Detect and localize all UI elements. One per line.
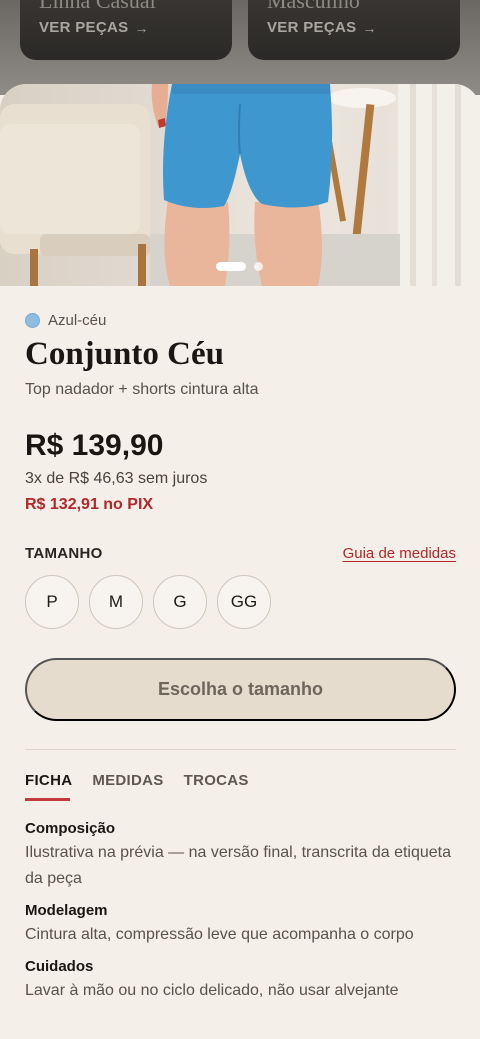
spec-title: Modelagem bbox=[25, 902, 108, 919]
divider bbox=[25, 749, 456, 750]
product-price: R$ 139,90 bbox=[25, 429, 164, 462]
carousel-dot-active[interactable] bbox=[216, 262, 246, 271]
spec-title: Composição bbox=[25, 820, 116, 837]
size-option-gg[interactable]: GG bbox=[217, 575, 271, 629]
spec-item-composicao: Composição Ilustrativa na prévia — na ve… bbox=[25, 820, 456, 892]
carousel-indicator bbox=[216, 262, 263, 271]
product-subtitle: Top nadador + shorts cintura alta bbox=[25, 381, 259, 398]
size-option-m[interactable]: M bbox=[89, 575, 143, 629]
info-tabs: FICHA MEDIDAS TROCAS bbox=[25, 772, 269, 801]
carousel-dot[interactable] bbox=[254, 262, 263, 271]
spec-text: Cintura alta, compressão leve que acompa… bbox=[25, 926, 414, 943]
installments-text: 3x de R$ 46,63 sem juros bbox=[25, 470, 208, 487]
category-link[interactable]: VER PEÇAS → bbox=[267, 19, 377, 36]
color-selector: Azul-céu bbox=[25, 312, 106, 329]
tab-medidas[interactable]: MEDIDAS bbox=[92, 772, 163, 801]
spec-text: Lavar à mão ou no ciclo delicado, não us… bbox=[25, 982, 399, 999]
spec-item-cuidados: Cuidados Lavar à mão ou no ciclo delicad… bbox=[25, 958, 456, 1004]
color-name: Azul-céu bbox=[48, 312, 107, 329]
arrow-right-icon: → bbox=[134, 19, 149, 36]
size-options: P M G GG bbox=[25, 575, 271, 629]
choose-size-button[interactable]: Escolha o tamanho bbox=[25, 658, 456, 721]
category-card-masculino[interactable]: Masculino VER PEÇAS → bbox=[248, 0, 460, 60]
category-card-casual[interactable]: Linha Casual VER PEÇAS → bbox=[20, 0, 232, 60]
spec-list: Composição Ilustrativa na prévia — na ve… bbox=[25, 820, 456, 1014]
product-image-carousel[interactable] bbox=[0, 84, 480, 286]
color-swatch bbox=[25, 313, 40, 328]
size-option-g[interactable]: G bbox=[153, 575, 207, 629]
size-label: TAMANHO bbox=[25, 545, 103, 562]
product-photo bbox=[0, 84, 480, 286]
category-link-label: VER PEÇAS bbox=[267, 19, 357, 36]
category-title: Linha Casual bbox=[39, 0, 156, 13]
pix-price: R$ 132,91 no PIX bbox=[25, 496, 154, 513]
category-link[interactable]: VER PEÇAS → bbox=[39, 19, 149, 36]
size-guide-link[interactable]: Guia de medidas bbox=[343, 545, 456, 562]
spec-item-modelagem: Modelagem Cintura alta, compressão leve … bbox=[25, 902, 456, 948]
arrow-right-icon: → bbox=[362, 19, 377, 36]
tab-trocas[interactable]: TROCAS bbox=[184, 772, 249, 801]
spec-text: Ilustrativa na prévia — na versão final,… bbox=[25, 844, 451, 887]
spec-title: Cuidados bbox=[25, 958, 94, 975]
category-title: Masculino bbox=[267, 0, 360, 13]
product-title: Conjunto Céu bbox=[25, 336, 224, 372]
tab-ficha[interactable]: FICHA bbox=[25, 772, 72, 801]
size-option-p[interactable]: P bbox=[25, 575, 79, 629]
category-link-label: VER PEÇAS bbox=[39, 19, 129, 36]
